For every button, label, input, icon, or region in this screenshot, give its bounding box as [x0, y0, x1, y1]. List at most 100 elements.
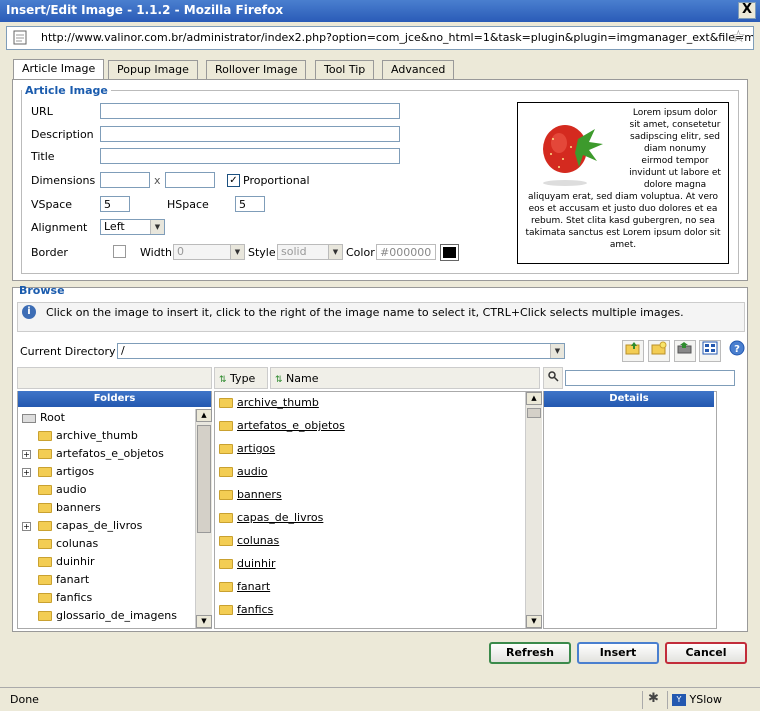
tree-folder-item[interactable]: fanfics: [22, 591, 92, 609]
folder-icon: [219, 421, 233, 431]
height-dimension-input[interactable]: [165, 172, 215, 188]
alignment-value: Left: [104, 220, 125, 233]
new-folder-button[interactable]: [648, 340, 670, 362]
url-bar[interactable]: http://www.valinor.com.br/administrator/…: [6, 26, 754, 50]
file-list-item[interactable]: fanfics: [219, 603, 273, 625]
scroll-down-icon[interactable]: ▼: [196, 615, 212, 628]
cancel-button[interactable]: Cancel: [665, 642, 747, 664]
insert-button[interactable]: Insert: [577, 642, 659, 664]
width-dimension-input[interactable]: [100, 172, 150, 188]
expand-icon[interactable]: +: [22, 449, 31, 459]
folders-scrollbar[interactable]: ▲ ▼: [195, 409, 212, 628]
expand-icon[interactable]: +: [22, 467, 31, 477]
file-name[interactable]: capas_de_livros: [237, 511, 323, 524]
file-list-item[interactable]: duinhir: [219, 557, 276, 579]
file-name[interactable]: archive_thumb: [237, 396, 319, 409]
tree-folder-item[interactable]: banners: [22, 501, 101, 519]
file-list-item[interactable]: colunas: [219, 534, 279, 556]
color-picker-button[interactable]: [440, 244, 459, 261]
tree-folder-item[interactable]: fanart: [22, 573, 89, 591]
current-directory-value: /: [121, 344, 125, 357]
yslow-label: YSlow: [689, 693, 722, 706]
tree-folder-item[interactable]: + artigos: [22, 465, 94, 483]
sort-name-header[interactable]: ⇅ Name: [270, 367, 540, 389]
file-list-item[interactable]: capas_de_livros: [219, 511, 323, 533]
hspace-input[interactable]: 5: [235, 196, 265, 212]
border-style-select[interactable]: solid ▼: [277, 244, 343, 260]
folder-up-button[interactable]: [622, 340, 644, 362]
page-icon: [13, 30, 27, 45]
help-button[interactable]: ?: [726, 340, 748, 362]
tab-tool-tip[interactable]: Tool Tip: [315, 60, 375, 79]
sort-type-header[interactable]: ⇅ Type: [214, 367, 268, 389]
file-name[interactable]: banners: [237, 488, 282, 501]
file-list-item[interactable]: artigos: [219, 442, 275, 464]
file-list-item[interactable]: fanart: [219, 580, 270, 602]
tree-label: fanfics: [56, 591, 93, 604]
dimensions-label: Dimensions: [31, 174, 96, 187]
url-input[interactable]: [100, 103, 400, 119]
folder-icon: [38, 503, 52, 513]
expand-icon[interactable]: +: [22, 521, 31, 531]
upload-button[interactable]: [674, 340, 696, 362]
folder-icon: [38, 485, 52, 495]
files-scrollbar[interactable]: ▲ ▼: [525, 392, 542, 628]
description-input[interactable]: [100, 126, 400, 142]
tree-folder-item[interactable]: archive_thumb: [22, 429, 138, 447]
tab-rollover-image[interactable]: Rollover Image: [206, 60, 307, 79]
preview-text-bottom: aliquyam erat, sed diam voluptua. At ver…: [525, 192, 721, 250]
yslow-status[interactable]: Y YSlow: [667, 691, 757, 709]
tab-article-image[interactable]: Article Image: [13, 59, 105, 79]
tree-folder-item[interactable]: colunas: [22, 537, 98, 555]
alignment-select[interactable]: Left ▼: [100, 219, 165, 235]
bug-icon[interactable]: ✱: [642, 691, 664, 709]
folder-icon: [38, 467, 52, 477]
border-style-label: Style: [248, 246, 276, 259]
file-name[interactable]: colunas: [237, 534, 279, 547]
file-list-item[interactable]: archive_thumb: [219, 396, 319, 418]
folder-icon: [219, 467, 233, 477]
file-list-item[interactable]: banners: [219, 488, 282, 510]
border-width-value: 0: [177, 245, 184, 258]
tab-advanced[interactable]: Advanced: [382, 60, 455, 79]
refresh-button[interactable]: Refresh: [489, 642, 571, 664]
folder-icon: [219, 605, 233, 615]
scroll-up-icon[interactable]: ▲: [196, 409, 212, 422]
border-checkbox[interactable]: [113, 245, 126, 258]
title-input[interactable]: [100, 148, 400, 164]
file-name[interactable]: artigos: [237, 442, 275, 455]
folder-icon: [38, 575, 52, 585]
bookmark-star-icon[interactable]: ☆: [731, 27, 746, 47]
view-button[interactable]: [699, 340, 721, 362]
tree-label: audio: [56, 483, 87, 496]
current-directory-select[interactable]: / ▼: [117, 343, 565, 359]
tab-popup-image[interactable]: Popup Image: [108, 60, 198, 79]
scroll-down-icon[interactable]: ▼: [526, 615, 542, 628]
tree-folder-item[interactable]: audio: [22, 483, 86, 501]
file-name[interactable]: fanart: [237, 580, 270, 593]
close-window-button[interactable]: X: [738, 2, 756, 19]
tree-folder-item[interactable]: glossario_de_imagens: [22, 609, 177, 627]
border-color-input[interactable]: #000000: [376, 244, 436, 260]
folders-header: Folders: [18, 391, 211, 407]
scroll-thumb[interactable]: [527, 408, 541, 418]
file-name[interactable]: duinhir: [237, 557, 276, 570]
scroll-thumb[interactable]: [197, 425, 211, 533]
file-list-item[interactable]: audio: [219, 465, 267, 487]
file-list-item[interactable]: artefatos_e_objetos: [219, 419, 345, 441]
border-width-select[interactable]: 0 ▼: [173, 244, 245, 260]
tree-root[interactable]: Root: [22, 411, 65, 429]
scroll-up-icon[interactable]: ▲: [526, 392, 542, 405]
file-name[interactable]: artefatos_e_objetos: [237, 419, 345, 432]
tree-label: banners: [56, 501, 101, 514]
vspace-input[interactable]: 5: [100, 196, 130, 212]
sort-icon: ⇅: [219, 375, 227, 385]
tree-folder-item[interactable]: + artefatos_e_objetos: [22, 447, 164, 465]
url-label: URL: [31, 105, 53, 118]
proportional-checkbox[interactable]: ✓: [227, 174, 240, 187]
search-input[interactable]: [565, 370, 735, 386]
file-name[interactable]: fanfics: [237, 603, 273, 616]
tree-folder-item[interactable]: + capas_de_livros: [22, 519, 142, 537]
tree-folder-item[interactable]: duinhir: [22, 555, 95, 573]
file-name[interactable]: audio: [237, 465, 267, 478]
